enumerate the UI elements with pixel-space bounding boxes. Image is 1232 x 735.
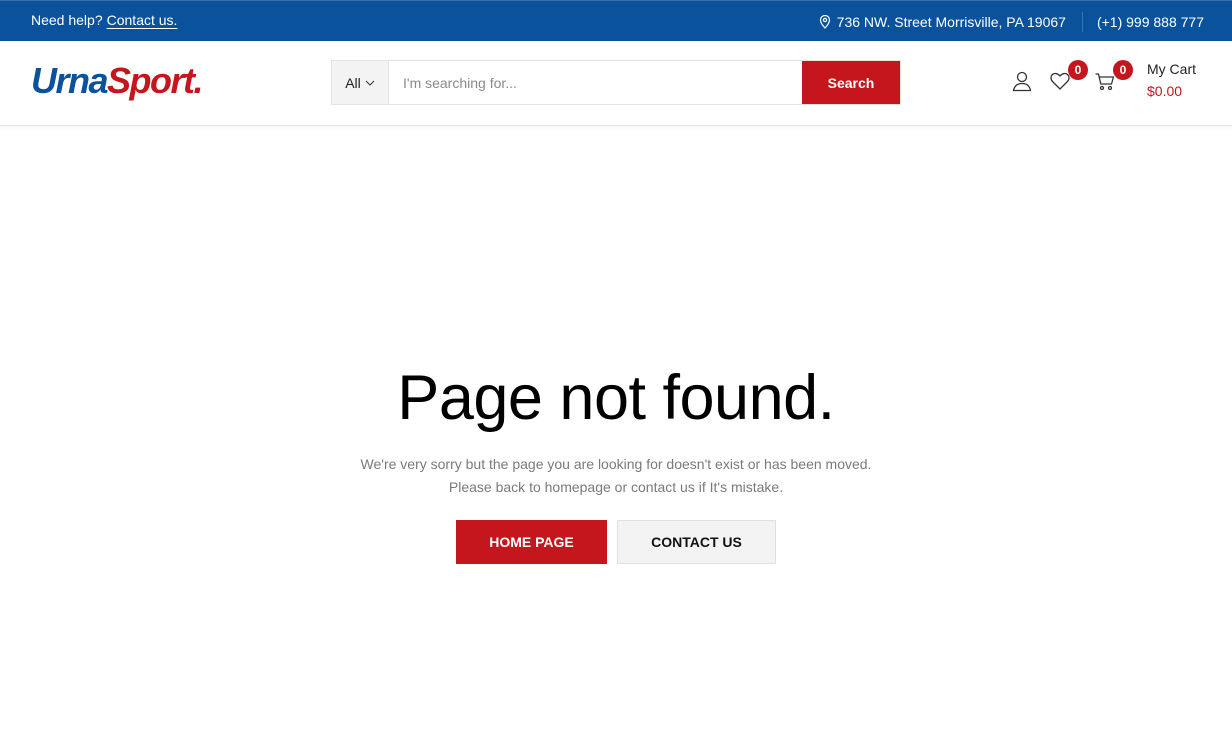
user-icon bbox=[1012, 71, 1032, 92]
cart-label: My Cart bbox=[1147, 61, 1196, 77]
divider bbox=[1081, 12, 1083, 32]
contact-us-button[interactable]: CONTACT US bbox=[617, 520, 776, 564]
cart-count-badge: 0 bbox=[1113, 60, 1133, 80]
help-section: Need help? Contact us. bbox=[31, 12, 177, 28]
address-block: 736 NW. Street Morrisville, PA 19067 bbox=[819, 14, 1066, 30]
search-button[interactable]: Search bbox=[802, 61, 900, 104]
home-page-button[interactable]: HOME PAGE bbox=[456, 520, 607, 564]
action-buttons: HOME PAGE CONTACT US bbox=[456, 520, 776, 564]
wishlist-button[interactable]: 0 bbox=[1048, 60, 1088, 93]
cart-total: $0.00 bbox=[1147, 82, 1183, 99]
mini-cart[interactable]: My Cart $0.00 bbox=[1147, 59, 1196, 102]
search-input[interactable] bbox=[389, 61, 802, 104]
wishlist-count-badge: 0 bbox=[1068, 60, 1088, 80]
message-line-1: We're very sorry but the page you are lo… bbox=[360, 456, 872, 472]
chevron-down-icon bbox=[365, 80, 375, 86]
category-select[interactable]: All bbox=[332, 61, 389, 104]
site-header: UrnaSport. All Search 0 bbox=[0, 41, 1232, 126]
error-message: We're very sorry but the page you are lo… bbox=[0, 453, 1232, 499]
page-title: Page not found. bbox=[397, 363, 835, 433]
message-line-2: Please back to homepage or contact us if… bbox=[448, 479, 784, 495]
search-form: All Search bbox=[331, 60, 901, 105]
help-text: Need help? bbox=[31, 12, 103, 28]
header-icons: 0 0 bbox=[1010, 60, 1133, 93]
map-pin-icon bbox=[819, 15, 830, 29]
cart-button[interactable]: 0 bbox=[1093, 60, 1133, 93]
logo-part-urna: Urna bbox=[31, 60, 109, 101]
account-button[interactable] bbox=[1010, 69, 1034, 93]
logo-part-sport: Sport. bbox=[107, 60, 204, 101]
top-bar: Need help? Contact us. 736 NW. Street Mo… bbox=[0, 0, 1232, 41]
category-value: All bbox=[345, 74, 361, 91]
not-found-section: Page not found. We're very sorry but the… bbox=[0, 127, 1232, 735]
phone-number[interactable]: (+1) 999 888 777 bbox=[1097, 14, 1204, 30]
contact-info: 736 NW. Street Morrisville, PA 19067 (+1… bbox=[819, 12, 1204, 32]
contact-us-link[interactable]: Contact us. bbox=[107, 12, 178, 28]
site-logo[interactable]: UrnaSport. bbox=[31, 60, 204, 101]
address-text: 736 NW. Street Morrisville, PA 19067 bbox=[836, 14, 1066, 30]
